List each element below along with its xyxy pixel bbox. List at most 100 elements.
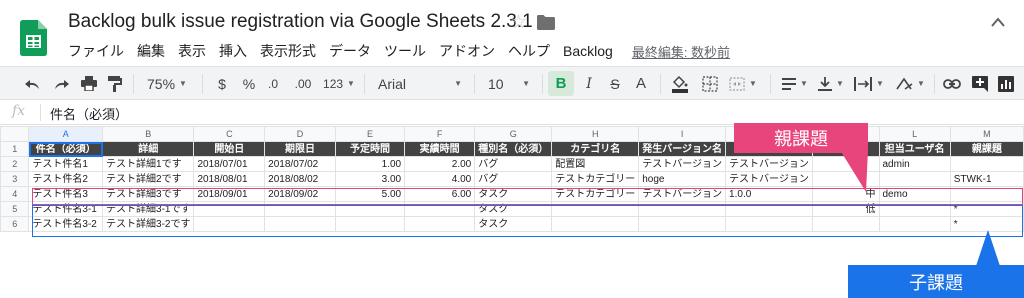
menu-backlog[interactable]: Backlog (563, 43, 613, 59)
grid-cell[interactable]: 2018/07/02 (264, 156, 336, 172)
grid-cell[interactable]: 2018/07/01 (193, 156, 266, 172)
zoom-select[interactable]: 75% ▼ (142, 67, 192, 100)
grid-cell[interactable] (878, 216, 951, 232)
document-title[interactable]: Backlog bulk issue registration via Goog… (68, 11, 533, 33)
italic-button[interactable]: I (578, 67, 600, 100)
grid-cell[interactable]: タスク (474, 216, 553, 232)
grid-cell[interactable] (264, 201, 336, 217)
grid-cell[interactable] (334, 201, 406, 217)
grid-cell[interactable]: 1.00 (334, 156, 406, 172)
text-rotation-icon[interactable]: ▼ (890, 67, 930, 100)
grid-cell[interactable]: 2018/08/01 (193, 171, 266, 187)
grid-cell[interactable]: 低 (811, 201, 880, 217)
grid-cell[interactable]: 中 (811, 186, 880, 202)
menu-addons[interactable]: アドオン (439, 41, 495, 61)
column-header-d[interactable]: D (264, 126, 336, 142)
decrease-decimal-button[interactable]: .0 (262, 67, 284, 100)
grid-cell[interactable]: 実績時間 (404, 141, 476, 157)
currency-button[interactable]: $ (212, 67, 232, 100)
row-header[interactable]: 1 (0, 141, 30, 157)
column-header-b[interactable]: B (102, 126, 195, 142)
column-header-f[interactable]: F (404, 126, 476, 142)
grid-cell[interactable]: テスト詳細1です (102, 156, 195, 172)
grid-cell[interactable]: テストバージョン (725, 171, 813, 187)
grid-cell[interactable]: カテゴリ名 (551, 141, 640, 157)
grid-cell[interactable] (725, 201, 813, 217)
grid-cell[interactable] (334, 216, 406, 232)
column-header-c[interactable]: C (193, 126, 266, 142)
grid-cell[interactable] (949, 156, 1024, 172)
grid-cell[interactable]: 期限日 (264, 141, 336, 157)
grid-cell[interactable]: タスク (474, 201, 553, 217)
menu-insert[interactable]: 挿入 (219, 41, 247, 61)
grid-cell[interactable] (878, 171, 951, 187)
grid-cell[interactable] (638, 201, 727, 217)
grid-cell[interactable] (811, 171, 880, 187)
column-header-l[interactable]: L (878, 126, 951, 142)
grid-cell[interactable]: 予定時間 (334, 141, 406, 157)
chevron-up-icon[interactable] (990, 16, 1006, 28)
grid-cell[interactable] (551, 216, 640, 232)
grid-cell[interactable]: テスト件名3-1 (28, 201, 104, 217)
grid-cell[interactable] (551, 201, 640, 217)
row-header[interactable]: 4 (0, 186, 30, 202)
grid-cell[interactable] (811, 156, 880, 172)
grid-cell[interactable]: 2018/09/01 (193, 186, 266, 202)
menu-help[interactable]: ヘルプ (508, 41, 550, 61)
grid-cell[interactable]: 件名（必須） (28, 141, 104, 157)
grid-cell[interactable] (404, 216, 476, 232)
insert-comment-icon[interactable] (968, 67, 992, 100)
sheets-logo-icon[interactable] (20, 20, 47, 56)
grid-cell[interactable] (638, 216, 727, 232)
column-header-e[interactable]: E (334, 126, 406, 142)
insert-chart-icon[interactable] (994, 67, 1018, 100)
grid-cell[interactable]: 2.00 (404, 156, 476, 172)
grid-cell[interactable]: admin (878, 156, 951, 172)
grid-cell[interactable]: 6.00 (404, 186, 476, 202)
grid-cell[interactable] (811, 216, 880, 232)
grid-cell[interactable]: バグ (474, 171, 553, 187)
column-header-m[interactable]: M (949, 126, 1024, 142)
menu-file[interactable]: ファイル (68, 41, 124, 61)
fill-color-icon[interactable] (668, 67, 692, 100)
grid-cell[interactable]: テストカテゴリー (551, 186, 640, 202)
column-header-a[interactable]: A (28, 126, 104, 142)
star-icon[interactable]: ☆ (510, 11, 527, 34)
menu-data[interactable]: データ (329, 41, 371, 61)
folder-icon[interactable] (537, 15, 555, 30)
row-header[interactable]: 3 (0, 171, 30, 187)
grid-cell[interactable]: テスト件名3 (28, 186, 104, 202)
grid-cell[interactable] (193, 216, 266, 232)
row-header[interactable]: 2 (0, 156, 30, 172)
print-icon[interactable] (78, 67, 100, 100)
grid-cell[interactable]: 開始日 (193, 141, 266, 157)
grid-cell[interactable]: テスト詳細3-1です (102, 201, 195, 217)
grid-cell[interactable]: テスト件名1 (28, 156, 104, 172)
grid-cell[interactable]: 発生バージョン名 (638, 141, 727, 157)
grid-cell[interactable]: 親課題 (949, 141, 1024, 157)
grid-cell[interactable] (264, 216, 336, 232)
borders-icon[interactable] (698, 67, 722, 100)
menu-tools[interactable]: ツール (384, 41, 426, 61)
grid-cell[interactable]: 詳細 (102, 141, 195, 157)
percent-button[interactable]: % (238, 67, 260, 100)
grid-cell[interactable]: demo (878, 186, 951, 202)
grid-cell[interactable]: 配置図 (551, 156, 640, 172)
grid-cell[interactable]: 2018/08/02 (264, 171, 336, 187)
column-header-h[interactable]: H (551, 126, 640, 142)
redo-icon[interactable] (50, 67, 72, 100)
grid-cell[interactable] (404, 201, 476, 217)
grid-cell[interactable]: テストバージョン (638, 156, 727, 172)
menu-format[interactable]: 表示形式 (260, 41, 316, 61)
grid-cell[interactable]: 種別名（必須） (474, 141, 553, 157)
more-formats-button[interactable]: 123 ▼ (320, 67, 358, 100)
grid-cell[interactable]: 2018/09/02 (264, 186, 336, 202)
grid-cell[interactable]: 担当ユーザ名 (878, 141, 951, 157)
select-all-corner[interactable] (0, 126, 30, 142)
strikethrough-button[interactable]: S (604, 67, 626, 100)
grid-cell[interactable]: テストバージョン (638, 186, 727, 202)
grid-cell[interactable] (949, 186, 1024, 202)
grid-cell[interactable]: テスト詳細2です (102, 171, 195, 187)
grid-cell[interactable]: テスト詳細3-2です (102, 216, 195, 232)
grid-cell[interactable]: * (949, 216, 1024, 232)
